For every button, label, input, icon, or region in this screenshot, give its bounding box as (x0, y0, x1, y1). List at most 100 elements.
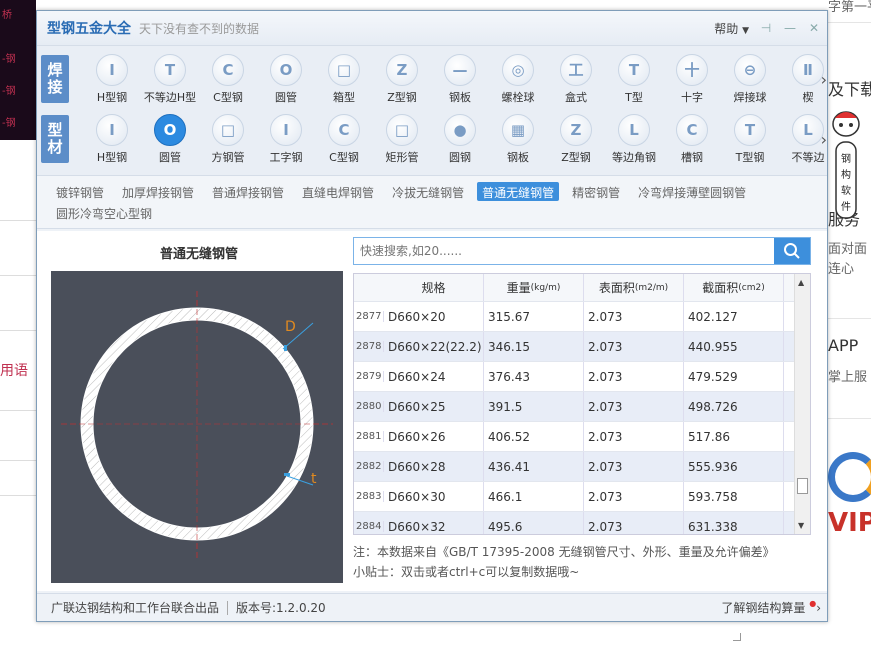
cell-surface: 2.073 (584, 422, 684, 451)
material-item-label: 圆管 (159, 150, 181, 164)
weld-item[interactable]: C C型钢 (199, 53, 257, 105)
table-row[interactable]: 2881 D660×26 406.52 2.073 517.86 (354, 422, 810, 452)
resize-grip[interactable] (733, 633, 741, 641)
title-bar[interactable]: 型钢五金大全 天下没有查不到的数据 帮助 ▼ ⊣ — ✕ (37, 11, 827, 45)
profile-icon: 工 (560, 53, 592, 86)
weld-item[interactable]: ⊖ 焊接球 (721, 53, 779, 105)
subtype-tab[interactable]: 普通无缝钢管 (477, 182, 560, 201)
material-item[interactable]: Z Z型钢 (547, 113, 605, 165)
header-weight[interactable]: 重量 (kg/m) (484, 274, 584, 301)
header-surface[interactable]: 表面积 (m2/m) (584, 274, 684, 301)
weld-item-label: T型 (625, 90, 643, 104)
material-item[interactable]: C C型钢 (315, 113, 373, 165)
row-id: 2879 (354, 371, 384, 382)
data-table: 规格 重量 (kg/m) 表面积 (m2/m) 截面积 (cm2) 2877 D660×… (353, 273, 811, 535)
header-spec[interactable]: 规格 (384, 274, 484, 301)
weld-item[interactable]: □ 箱型 (315, 53, 373, 105)
weld-item[interactable]: — 钢板 (431, 53, 489, 105)
background-window-left: 桥 -钢 -钢 -钢 (0, 0, 36, 140)
weld-item[interactable]: T 不等边H型 (141, 53, 199, 105)
row-id: 2878 (354, 341, 384, 352)
row-id: 2884 (354, 521, 384, 532)
weld-item[interactable]: O 圆管 (257, 53, 315, 105)
weld-item[interactable]: I H型钢 (83, 53, 141, 105)
table-row[interactable]: 2878 D660×22(22.2) 346.15 2.073 440.955 (354, 332, 810, 362)
chevron-right-icon[interactable]: › (821, 130, 827, 149)
material-item[interactable]: I 工字钢 (257, 113, 315, 165)
row-id: 2880 (354, 401, 384, 412)
table-row[interactable]: 2882 D660×28 436.41 2.073 555.936 (354, 452, 810, 482)
profile-icon: — (444, 53, 476, 86)
search-input[interactable] (354, 238, 774, 264)
weld-item-label: 十字 (681, 90, 703, 104)
material-item-label: T型钢 (735, 150, 765, 164)
table-row[interactable]: 2877 D660×20 315.67 2.073 402.127 (354, 302, 810, 332)
weld-item[interactable]: T T型 (605, 53, 663, 105)
material-item-label: 工字钢 (269, 150, 303, 164)
material-item[interactable]: L 不等边 (779, 113, 837, 165)
background-text: 字第一平台 (828, 0, 871, 15)
weld-item[interactable]: 工盒式 (547, 53, 605, 105)
table-row[interactable]: 2883 D660×30 466.1 2.073 593.758 (354, 482, 810, 512)
learn-link[interactable]: 了解钢结构算量 ●› (721, 599, 821, 616)
pin-button[interactable]: ⊣ (759, 21, 773, 35)
material-item[interactable]: I H型钢 (83, 113, 141, 165)
chevron-right-icon[interactable]: › (821, 70, 827, 89)
subtype-tab[interactable]: 冷弯焊接薄壁圆钢管 (633, 182, 751, 201)
cell-section: 631.338 (684, 512, 784, 534)
material-item[interactable]: T T型钢 (721, 113, 779, 165)
table-scrollbar[interactable]: ▲ ▼ (794, 274, 810, 534)
weld-item-label: 钢板 (449, 90, 471, 104)
profile-icon: ● (444, 113, 476, 146)
material-item[interactable]: □ 方钢管 (199, 113, 257, 165)
cell-weight: 391.5 (484, 392, 584, 421)
subtype-tab[interactable]: 冷拔无缝钢管 (387, 182, 469, 201)
profile-icon: Z (560, 113, 592, 146)
scroll-up-icon[interactable]: ▲ (798, 278, 804, 287)
profile-icon: Z (386, 53, 418, 86)
help-menu[interactable]: 帮助 ▼ (714, 20, 749, 37)
subtype-tab[interactable]: 镀锌钢管 (51, 182, 109, 201)
table-row[interactable]: 2879 D660×24 376.43 2.073 479.529 (354, 362, 810, 392)
header-section[interactable]: 截面积 (cm2) (684, 274, 784, 301)
material-item-label: Z型钢 (561, 150, 591, 164)
cell-section: 479.529 (684, 362, 784, 391)
scroll-thumb[interactable] (797, 478, 808, 494)
scroll-down-icon[interactable]: ▼ (798, 521, 804, 530)
cell-weight: 495.6 (484, 512, 584, 534)
search-button[interactable] (774, 238, 810, 264)
minimize-button[interactable]: — (783, 21, 797, 35)
weld-item-label: 不等边H型 (143, 90, 197, 104)
material-item[interactable]: O 圆管 (141, 113, 199, 165)
svg-text:钢: 钢 (841, 152, 851, 165)
subtype-tab[interactable]: 直缝电焊钢管 (297, 182, 379, 201)
material-item[interactable]: L 等边角钢 (605, 113, 663, 165)
cell-spec: D660×28 (384, 452, 484, 481)
subtype-tab[interactable]: 加厚焊接钢管 (117, 182, 199, 201)
subtype-tab[interactable]: 普通焊接钢管 (207, 182, 289, 201)
material-item[interactable]: ● 圆钢 (431, 113, 489, 165)
table-row[interactable]: 2880 D660×25 391.5 2.073 498.726 (354, 392, 810, 422)
material-row-label: 型材 (41, 115, 69, 163)
weld-item[interactable]: Ⅱ楔 (779, 53, 837, 105)
cell-spec: D660×22(22.2) (384, 332, 484, 361)
weld-item[interactable]: ◎ 螺栓球 (489, 53, 547, 105)
background-text: 面对面 (828, 242, 868, 257)
weld-row-label: 焊接 (41, 55, 69, 103)
material-item[interactable]: ▦ 钢板 (489, 113, 547, 165)
cell-spec: D660×24 (384, 362, 484, 391)
cell-section: 593.758 (684, 482, 784, 511)
label-t: t (311, 471, 317, 487)
subtype-tab[interactable]: 精密钢管 (567, 182, 625, 201)
close-button[interactable]: ✕ (807, 21, 821, 35)
weld-item[interactable]: 十十字 (663, 53, 721, 105)
material-item-label: 矩形管 (385, 150, 419, 164)
subtype-tab[interactable]: 圆形冷弯空心型钢 (51, 203, 157, 222)
material-item[interactable]: □ 矩形管 (373, 113, 431, 165)
cell-weight: 376.43 (484, 362, 584, 391)
profile-icon: 十 (676, 53, 708, 86)
table-row[interactable]: 2884 D660×32 495.6 2.073 631.338 (354, 512, 810, 534)
weld-item[interactable]: Z Z型钢 (373, 53, 431, 105)
material-item[interactable]: C 槽钢 (663, 113, 721, 165)
version-text: 版本号:1.2.0.20 (236, 601, 326, 615)
